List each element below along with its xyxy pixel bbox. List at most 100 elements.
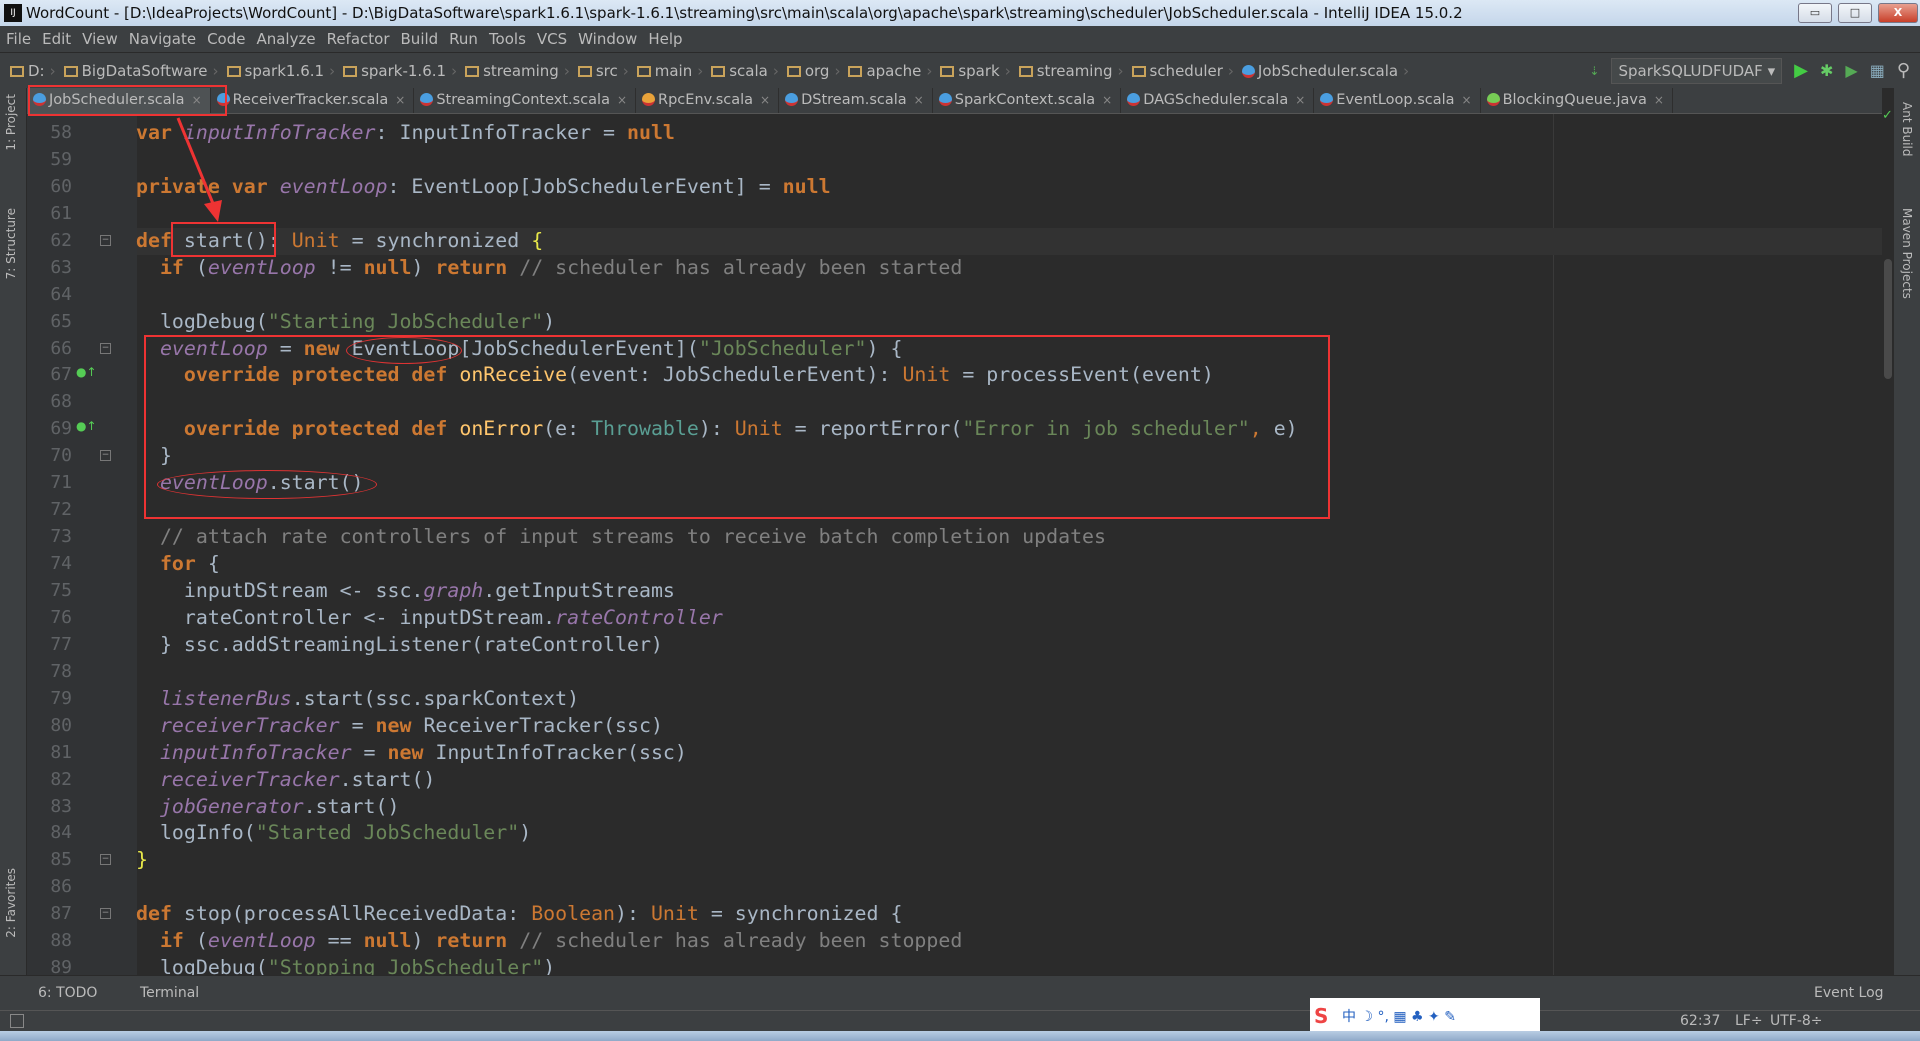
maximize-button[interactable]: □	[1838, 3, 1872, 23]
terminal-tool-button[interactable]: Terminal	[140, 976, 199, 1011]
code-token: var	[136, 121, 184, 144]
run-icon[interactable]: ▶	[1794, 53, 1808, 89]
breadcrumb-item[interactable]: org ›	[786, 53, 840, 89]
breadcrumb-label: D:	[28, 62, 45, 80]
code-token: : InputInfoTracker =	[375, 121, 627, 144]
breadcrumb-item[interactable]: streaming ›	[465, 53, 570, 89]
file-encoding[interactable]: UTF-8÷	[1770, 1011, 1823, 1032]
breadcrumb-item[interactable]: scheduler ›	[1131, 53, 1234, 89]
menu-code[interactable]: Code	[207, 30, 245, 48]
breadcrumb-item[interactable]: spark1.6.1 ›	[226, 53, 335, 89]
breadcrumb-item[interactable]: spark-1.6.1 ›	[343, 53, 457, 89]
search-icon[interactable]: ⚲	[1897, 53, 1910, 89]
code-token: Unit	[291, 228, 340, 252]
override-marker-icon[interactable]: ●↑	[76, 419, 97, 433]
minimize-button[interactable]: ▭	[1798, 3, 1832, 23]
line-separator[interactable]: LF÷	[1735, 1011, 1763, 1032]
line-number: 59	[50, 148, 72, 170]
ime-options[interactable]: 中 ☽ °, ▦ ♣ ✦ ✎	[1342, 1006, 1456, 1026]
fold-icon[interactable]: −	[100, 450, 111, 462]
breadcrumb-item[interactable]: main ›	[636, 53, 703, 89]
code-token: EventLoop[JobSchedulerEvent](	[351, 336, 699, 360]
menu-vcs[interactable]: VCS	[537, 30, 567, 48]
project-structure-icon[interactable]: ▦	[1870, 53, 1885, 89]
vcs-icon[interactable]: ⇣	[1589, 53, 1599, 89]
tab-jobscheduler-scala[interactable]: JobScheduler.scala ×	[27, 88, 211, 113]
fold-icon[interactable]: −	[100, 234, 111, 246]
close-tab-icon[interactable]: ×	[1295, 93, 1305, 107]
caret-position[interactable]: 62:37	[1680, 1011, 1720, 1032]
close-tab-icon[interactable]: ×	[760, 93, 770, 107]
menu-refactor[interactable]: Refactor	[327, 30, 390, 48]
close-tab-icon[interactable]: ×	[1462, 93, 1472, 107]
menu-navigate[interactable]: Navigate	[129, 30, 196, 48]
breadcrumb-item[interactable]: apache ›	[848, 53, 932, 89]
breadcrumb-item[interactable]: D: ›	[10, 53, 56, 89]
close-button[interactable]: X	[1878, 3, 1918, 23]
breadcrumb-item[interactable]: scala ›	[711, 53, 779, 89]
tab-label: ReceiverTracker.scala	[232, 92, 389, 108]
menu-window[interactable]: Window	[578, 30, 637, 48]
tab-sparkcontext-scala[interactable]: SparkContext.scala ×	[933, 88, 1122, 113]
breadcrumb-item[interactable]: spark ›	[940, 53, 1011, 89]
debug-icon[interactable]: ✱	[1820, 53, 1833, 89]
code-editor[interactable]: 58 var inputInfoTracker: InputInfoTracker…	[0, 114, 1882, 975]
close-tab-icon[interactable]: ×	[914, 93, 924, 107]
breadcrumb-item[interactable]: streaming ›	[1018, 53, 1124, 89]
code-line: }	[136, 848, 148, 871]
ant-build-tool-button[interactable]: Ant Build	[1900, 102, 1914, 156]
editor-scrollbar[interactable]: ✓	[1882, 108, 1894, 975]
code-token: eventLoop	[279, 174, 388, 198]
run-config-select[interactable]: SparkSQLUDFUDAF ▾	[1611, 58, 1783, 84]
tab-dstream-scala[interactable]: DStream.scala ×	[779, 88, 933, 113]
override-marker-icon[interactable]: ●↑	[76, 365, 97, 379]
breadcrumb-item[interactable]: BigDataSoftware ›	[63, 53, 219, 89]
code-line: def stop(processAllReceivedData: Boolean…	[136, 902, 902, 925]
tab-receivertracker-scala[interactable]: ReceiverTracker.scala ×	[211, 88, 415, 113]
todo-tool-button[interactable]: 6: TODO	[38, 976, 97, 1011]
tab-rpcenv-scala[interactable]: RpcEnv.scala ×	[636, 88, 780, 113]
close-tab-icon[interactable]: ×	[1102, 93, 1112, 107]
breadcrumb-item[interactable]: JobScheduler.scala ›	[1241, 53, 1409, 89]
menu-help[interactable]: Help	[648, 30, 682, 48]
menu-run[interactable]: Run	[449, 30, 478, 48]
close-tab-icon[interactable]: ×	[395, 93, 405, 107]
line-number: 73	[50, 526, 72, 548]
breadcrumb-label: JobScheduler.scala	[1257, 62, 1399, 80]
tab-blockingqueue-java[interactable]: BlockingQueue.java ×	[1481, 88, 1673, 113]
tab-streamingcontext-scala[interactable]: StreamingContext.scala ×	[414, 88, 637, 113]
breadcrumb-label: spark-1.6.1	[361, 62, 447, 80]
code-line: override protected def onError(e: Throwa…	[136, 417, 1298, 440]
close-tab-icon[interactable]: ×	[1654, 93, 1664, 107]
code-token: new	[387, 740, 436, 764]
menu-tools[interactable]: Tools	[489, 30, 526, 48]
tab-eventloop-scala[interactable]: EventLoop.scala ×	[1314, 88, 1481, 113]
code-token: = reportError(	[782, 417, 963, 441]
fold-icon[interactable]: −	[100, 908, 111, 920]
separator-icon: ›	[451, 62, 458, 80]
fold-icon[interactable]: −	[100, 342, 111, 354]
line-number: 63	[50, 256, 72, 278]
maven-projects-tool-button[interactable]: Maven Projects	[1900, 208, 1914, 299]
code-token: .start(ssc.sparkContext)	[291, 686, 580, 710]
scroll-thumb[interactable]	[1884, 259, 1892, 379]
ime-toolbar[interactable]: S 中 ☽ °, ▦ ♣ ✦ ✎	[1310, 998, 1540, 1032]
line-number: 66	[50, 337, 72, 359]
breadcrumb-label: spark	[958, 62, 1000, 80]
close-tab-icon[interactable]: ×	[192, 93, 202, 107]
tool-windows-icon[interactable]	[10, 1014, 24, 1028]
menu-file[interactable]: File	[6, 30, 31, 48]
event-log-button[interactable]: Event Log	[1814, 976, 1884, 1011]
fold-icon[interactable]: −	[100, 854, 111, 866]
code-token: "Starting JobScheduler"	[267, 309, 544, 333]
tab-dagscheduler-scala[interactable]: DAGScheduler.scala ×	[1121, 88, 1315, 113]
breadcrumb-item[interactable]: src ›	[577, 53, 629, 89]
menu-edit[interactable]: Edit	[42, 30, 71, 48]
close-tab-icon[interactable]: ×	[617, 93, 627, 107]
menu-build[interactable]: Build	[401, 30, 439, 48]
code-line: if (eventLoop == null) return // schedul…	[136, 929, 962, 952]
menu-view[interactable]: View	[82, 30, 118, 48]
coverage-icon[interactable]: ▶	[1845, 53, 1857, 89]
menu-analyze[interactable]: Analyze	[256, 30, 315, 48]
line-number: 68	[50, 391, 72, 413]
